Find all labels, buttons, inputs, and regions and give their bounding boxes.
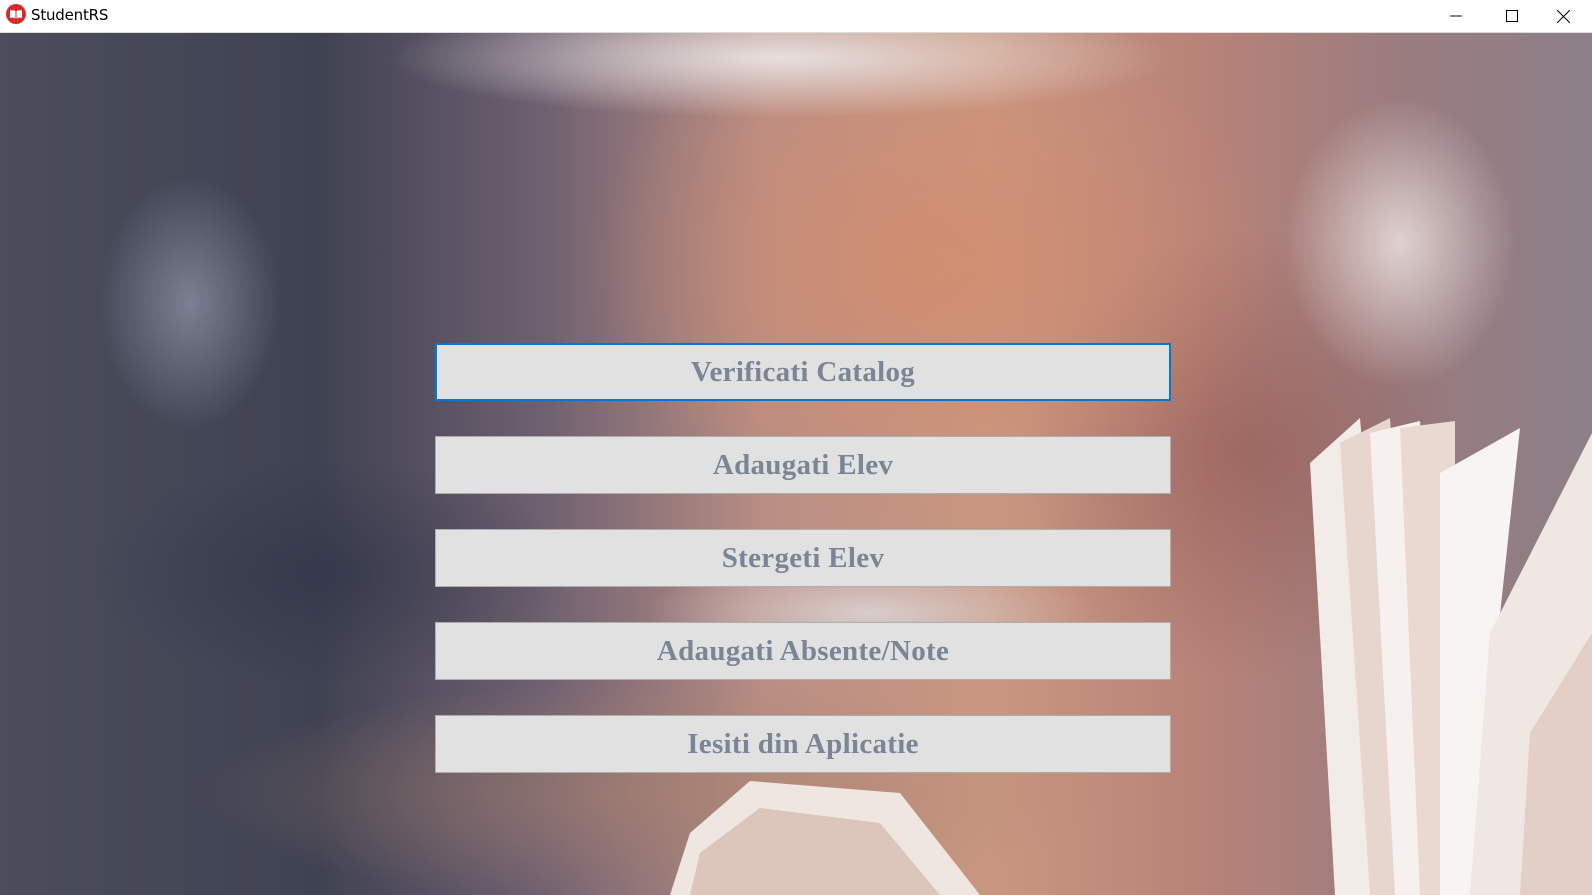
minimize-icon	[1450, 15, 1462, 17]
main-menu: Verificati Catalog Adaugati Elev Sterget…	[435, 343, 1171, 773]
maximize-icon	[1506, 10, 1518, 22]
close-button[interactable]	[1534, 0, 1592, 32]
delete-student-button[interactable]: Stergeti Elev	[435, 529, 1171, 587]
verify-catalog-button[interactable]: Verificati Catalog	[435, 343, 1171, 401]
add-absences-grades-button[interactable]: Adaugati Absente/Note	[435, 622, 1171, 680]
exit-application-button[interactable]: Iesiti din Aplicatie	[435, 715, 1171, 773]
window-title: StudentRS	[31, 6, 109, 24]
maximize-button[interactable]	[1483, 0, 1541, 32]
main-window-background: Verificati Catalog Adaugati Elev Sterget…	[0, 33, 1592, 895]
book-app-icon	[6, 4, 26, 24]
add-student-button[interactable]: Adaugati Elev	[435, 436, 1171, 494]
minimize-button[interactable]	[1427, 0, 1485, 32]
title-bar[interactable]: StudentRS	[0, 0, 1592, 33]
close-icon	[1556, 9, 1570, 23]
